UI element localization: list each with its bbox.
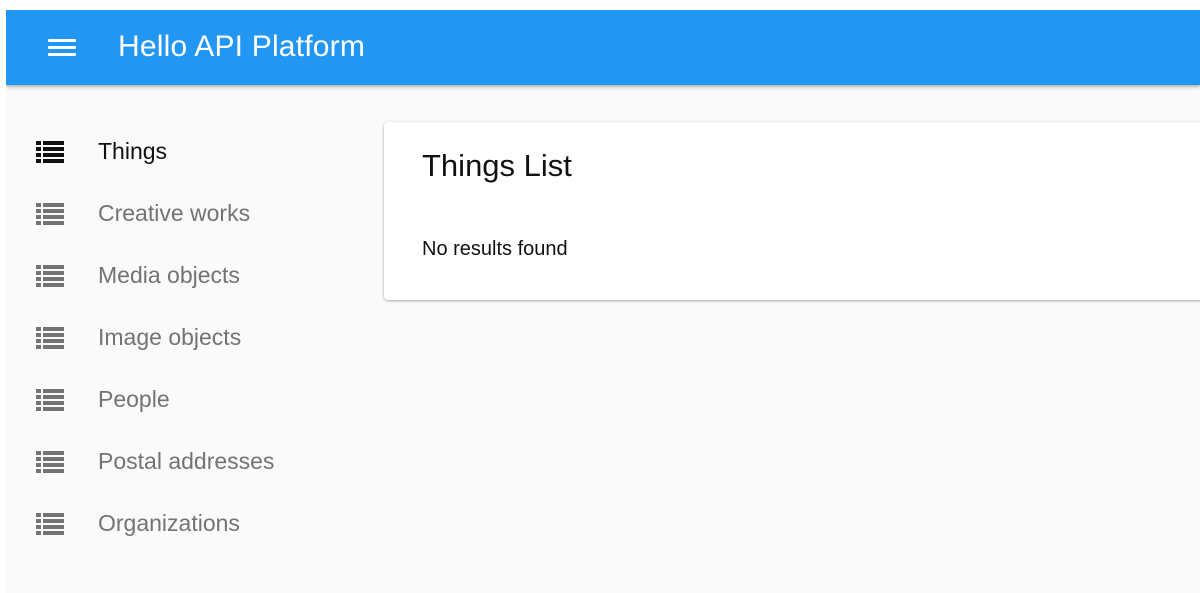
app-bar: Hello API Platform [6,10,1200,85]
list-card: Things List No results found [384,122,1200,300]
sidebar: Things Creative works Media objects Imag… [6,121,366,555]
sidebar-item-organizations[interactable]: Organizations [6,493,366,555]
sidebar-item-postal-addresses[interactable]: Postal addresses [6,431,366,493]
page-title: Things List [422,148,572,183]
sidebar-item-people[interactable]: People [6,369,366,431]
sidebar-item-creative-works[interactable]: Creative works [6,183,366,245]
menu-button[interactable] [40,32,84,64]
sidebar-item-label: Things [98,138,168,164]
sidebar-item-label: People [98,386,170,412]
sidebar-item-image-objects[interactable]: Image objects [6,307,366,369]
list-icon [36,451,64,473]
sidebar-item-label: Creative works [98,200,251,226]
sidebar-item-things[interactable]: Things [6,121,366,183]
list-icon [36,203,64,225]
menu-icon [48,46,76,49]
list-icon [36,389,64,411]
app-window: Hello API Platform Things Creative works… [6,10,1200,593]
sidebar-item-label: Image objects [98,324,242,350]
menu-icon [48,39,76,42]
sidebar-item-media-objects[interactable]: Media objects [6,245,366,307]
list-icon [36,327,64,349]
menu-icon [48,53,76,56]
sidebar-item-label: Organizations [98,510,240,536]
list-icon [36,513,64,535]
sidebar-item-label: Media objects [98,262,240,288]
list-icon [36,141,64,163]
sidebar-item-label: Postal addresses [98,448,275,474]
app-title: Hello API Platform [118,30,366,63]
list-icon [36,265,64,287]
empty-state-message: No results found [422,238,568,260]
